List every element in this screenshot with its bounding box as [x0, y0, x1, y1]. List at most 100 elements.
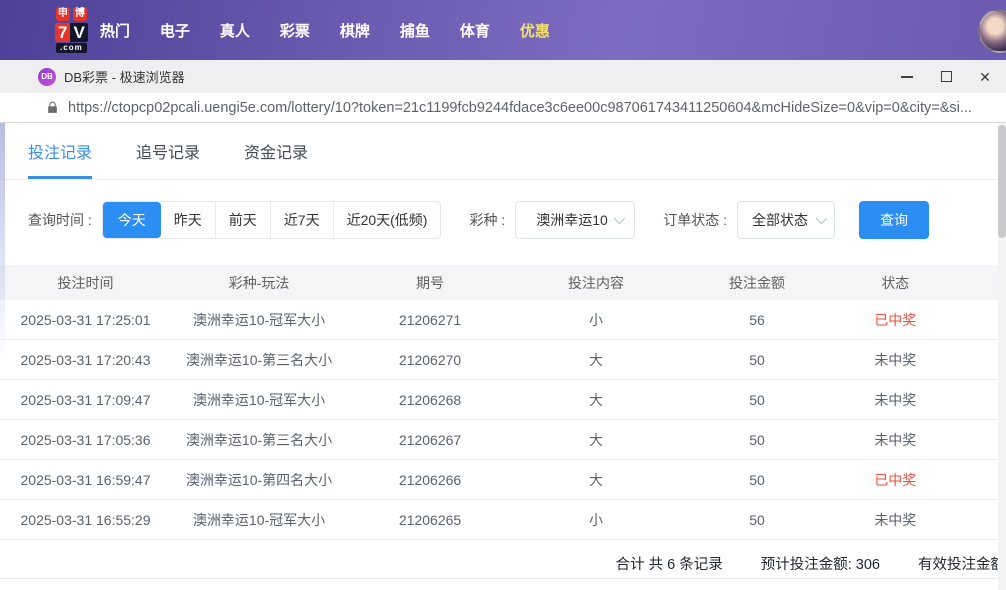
- lottery-records-page: 投注记录 追号记录 资金记录 查询时间 : 今天 昨天 前天 近7天 近20天(…: [0, 123, 1006, 590]
- cell-bet-content: 小: [589, 511, 604, 528]
- maximize-icon: [940, 71, 952, 82]
- order-status-value: 全部状态: [752, 212, 809, 228]
- cell-status: 未中奖: [874, 351, 917, 368]
- nav-item-live[interactable]: 真人: [220, 20, 250, 41]
- time-option-day-before[interactable]: 前天: [214, 202, 270, 238]
- time-option-last-7-days[interactable]: 近7天: [269, 202, 333, 238]
- nav-item-hot[interactable]: 热门: [100, 20, 130, 41]
- lottery-type-label: 彩种 :: [469, 212, 506, 228]
- order-status-select[interactable]: 全部状态: [737, 201, 836, 239]
- time-option-yesterday[interactable]: 昨天: [161, 202, 215, 238]
- table-row: 2025-03-31 16:59:47 澳洲幸运10-第四名大小 2120626…: [0, 460, 1006, 500]
- cell-play-type: 澳洲幸运10-第三名大小: [185, 351, 333, 368]
- cell-bet-content: 小: [589, 311, 604, 328]
- cell-bet-time: 2025-03-31 16:59:47: [20, 471, 151, 488]
- bet-records-table: 投注时间 彩种-玩法 期号 投注内容 投注金额 状态 2025-03-31 17…: [0, 265, 1006, 540]
- tab-bet-records[interactable]: 投注记录: [28, 123, 93, 179]
- cell-bet-time: 2025-03-31 17:20:43: [20, 351, 151, 368]
- lottery-type-value: 澳洲幸运10: [536, 212, 608, 228]
- logo-brand: 7 V: [55, 23, 88, 42]
- table-row: 2025-03-31 17:20:43 澳洲幸运10-第三名大小 2120627…: [0, 340, 1006, 380]
- cell-period: 21206266: [398, 471, 462, 488]
- table-row: 2025-03-31 17:05:36 澳洲幸运10-第三名大小 2120626…: [0, 420, 1006, 460]
- cell-bet-content: 大: [589, 391, 604, 408]
- chevron-down-icon: [614, 212, 626, 225]
- cell-status: 已中奖: [874, 311, 917, 328]
- cell-bet-amount: 50: [749, 431, 765, 448]
- summary-valid-amount-label: 有效投注金额: [918, 556, 1005, 573]
- browser-titlebar: DB DB彩票 - 极速浏览器 ✕: [0, 60, 1006, 93]
- cell-play-type: 澳洲幸运10-冠军大小: [192, 311, 326, 328]
- cell-status: 未中奖: [874, 431, 917, 448]
- maximize-button[interactable]: [939, 70, 953, 84]
- cell-bet-content: 大: [589, 471, 604, 488]
- site-topbar: 申 博 7 V .com 热门 电子 真人 彩票 棋牌 捕鱼 体育 优惠: [0, 0, 1006, 60]
- cell-bet-content: 大: [589, 431, 604, 448]
- scrollbar-thumb[interactable]: [998, 125, 1006, 238]
- time-filter-label: 查询时间 :: [28, 212, 92, 228]
- cell-bet-amount: 56: [749, 311, 765, 328]
- header-bet-amount: 投注金额: [728, 274, 785, 291]
- cell-period: 21206270: [398, 351, 462, 368]
- scrollbar-track[interactable]: [998, 123, 1006, 590]
- time-range-group: 今天 昨天 前天 近7天 近20天(低频): [101, 201, 442, 239]
- header-status: 状态: [881, 274, 910, 291]
- minimize-icon: [901, 75, 913, 78]
- table-row: 2025-03-31 17:09:47 澳洲幸运10-冠军大小 21206268…: [0, 380, 1006, 420]
- page: 申 博 7 V .com 热门 电子 真人 彩票 棋牌 捕鱼 体育 优惠 DB …: [0, 0, 1006, 590]
- cell-period: 21206265: [398, 511, 462, 528]
- cell-bet-amount: 50: [749, 511, 765, 528]
- cell-bet-amount: 50: [749, 351, 765, 368]
- table-row: 2025-03-31 16:55:29 澳洲幸运10-冠军大小 21206265…: [0, 500, 1006, 540]
- nav-item-lottery[interactable]: 彩票: [280, 20, 310, 41]
- cell-period: 21206268: [398, 391, 462, 408]
- nav-item-sports[interactable]: 体育: [460, 20, 490, 41]
- summary-bar: 合计 共 6 条记录 预计投注金额: 306 有效投注金额: [0, 548, 1006, 578]
- cell-period: 21206271: [398, 311, 462, 328]
- site-logo[interactable]: 申 博 7 V .com: [55, 7, 88, 53]
- header-bet-time: 投注时间: [57, 274, 114, 291]
- user-avatar[interactable]: [978, 9, 1006, 53]
- logo-badge-2: 博: [72, 7, 87, 21]
- lock-icon: [46, 101, 59, 114]
- lottery-type-select[interactable]: 澳洲幸运10: [515, 201, 636, 239]
- chevron-down-icon: [815, 212, 828, 225]
- order-status-label: 订单状态 :: [663, 212, 728, 228]
- header-play-type: 彩种-玩法: [228, 274, 290, 291]
- window-title: DB彩票 - 极速浏览器: [64, 70, 185, 85]
- cell-period: 21206267: [398, 431, 462, 448]
- tab-chase-records[interactable]: 追号记录: [136, 123, 200, 179]
- cell-bet-amount: 50: [749, 471, 765, 488]
- cell-bet-content: 大: [589, 351, 604, 368]
- time-option-last-20-days[interactable]: 近20天(低频): [332, 202, 441, 238]
- close-button[interactable]: ✕: [978, 70, 992, 84]
- nav-item-promo[interactable]: 优惠: [520, 20, 550, 41]
- header-bet-content: 投注内容: [568, 274, 625, 291]
- url-text[interactable]: https://ctopcp02pcali.uengi5e.com/lotter…: [68, 100, 972, 116]
- cell-bet-time: 2025-03-31 16:55:29: [20, 511, 151, 528]
- records-tabs: 投注记录 追号记录 资金记录: [0, 123, 1006, 180]
- tab-fund-records[interactable]: 资金记录: [244, 123, 308, 179]
- minimize-button[interactable]: [900, 70, 914, 84]
- time-option-today[interactable]: 今天: [102, 202, 161, 238]
- browser-urlbar: https://ctopcp02pcali.uengi5e.com/lotter…: [0, 93, 1006, 123]
- header-period: 期号: [416, 274, 445, 291]
- browser-app-icon: DB: [38, 67, 56, 86]
- nav-item-chess[interactable]: 棋牌: [340, 20, 370, 41]
- cell-play-type: 澳洲幸运10-第三名大小: [185, 431, 333, 448]
- cell-status: 未中奖: [874, 391, 917, 408]
- window-controls: ✕: [900, 60, 992, 93]
- cell-bet-time: 2025-03-31 17:09:47: [20, 391, 151, 408]
- bottom-divider: [0, 578, 1006, 579]
- nav-item-fishing[interactable]: 捕鱼: [400, 20, 430, 41]
- cell-bet-time: 2025-03-31 17:25:01: [20, 311, 151, 328]
- close-icon: ✕: [979, 68, 991, 85]
- logo-com: .com: [56, 43, 87, 53]
- nav-item-slots[interactable]: 电子: [160, 20, 190, 41]
- logo-vee: V: [70, 23, 88, 42]
- cell-play-type: 澳洲幸运10-第四名大小: [185, 471, 333, 488]
- site-main-nav: 热门 电子 真人 彩票 棋牌 捕鱼 体育 优惠: [100, 20, 550, 41]
- cell-play-type: 澳洲幸运10-冠军大小: [192, 391, 326, 408]
- cell-bet-time: 2025-03-31 17:05:36: [20, 431, 151, 448]
- search-button[interactable]: 查询: [859, 201, 930, 239]
